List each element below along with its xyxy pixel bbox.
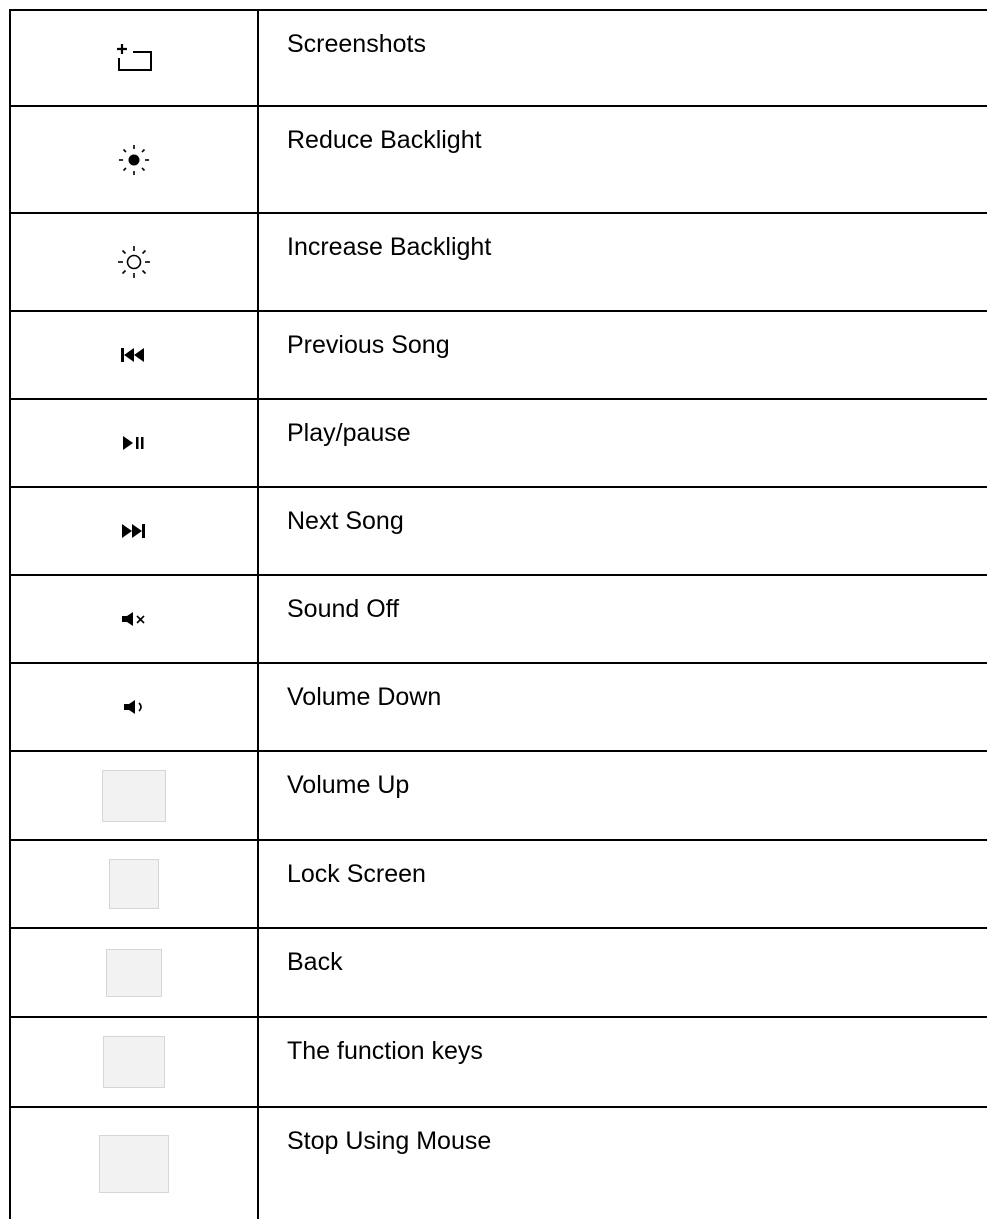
function-key-table: Screenshots Reduce Backlight Increase Ba…: [9, 9, 987, 1219]
table-row: Stop Using Mouse: [11, 1108, 987, 1219]
row-label: Next Song: [287, 507, 404, 535]
increase-backlight-icon: [116, 244, 152, 280]
row-label: Back: [287, 948, 343, 976]
icon-cell: [11, 107, 259, 212]
row-label: Stop Using Mouse: [287, 1127, 492, 1155]
volume-down-icon: [122, 699, 146, 715]
row-label: Sound Off: [287, 595, 400, 623]
icon-cell: [11, 11, 259, 105]
screenshot-icon: [111, 40, 157, 76]
sound-off-icon: [120, 611, 148, 627]
table-row: The function keys: [11, 1018, 987, 1108]
table-row: Play/pause: [11, 400, 987, 488]
table-row: Volume Up: [11, 752, 987, 841]
icon-cell: [11, 664, 259, 750]
row-label: The function keys: [287, 1037, 483, 1065]
icon-cell: [11, 841, 259, 927]
icon-cell: [11, 1108, 259, 1219]
row-label: Play/pause: [287, 419, 411, 447]
table-row: Previous Song: [11, 312, 987, 400]
table-row: Volume Down: [11, 664, 987, 752]
table-row: Increase Backlight: [11, 214, 987, 312]
icon-cell: [11, 576, 259, 662]
icon-cell: [11, 400, 259, 486]
previous-song-icon: [120, 347, 148, 363]
row-label: Volume Up: [287, 771, 410, 799]
row-label: Screenshots: [287, 30, 426, 58]
blank-key-icon: [106, 948, 162, 997]
icon-cell: [11, 1018, 259, 1106]
blank-key-icon: [99, 1134, 169, 1193]
icon-cell: [11, 488, 259, 574]
row-label: Reduce Backlight: [287, 126, 482, 154]
table-row: Lock Screen: [11, 841, 987, 929]
reduce-backlight-icon: [117, 143, 151, 177]
table-row: Back: [11, 929, 987, 1018]
table-row: Screenshots: [11, 11, 987, 107]
row-label: Lock Screen: [287, 860, 426, 888]
blank-key-icon: [103, 1036, 165, 1088]
next-song-icon: [120, 523, 148, 539]
blank-key-icon: [109, 859, 159, 909]
table-row: Reduce Backlight: [11, 107, 987, 214]
row-label: Volume Down: [287, 683, 442, 711]
icon-cell: [11, 929, 259, 1016]
table-row: Next Song: [11, 488, 987, 576]
blank-key-icon: [102, 769, 166, 822]
icon-cell: [11, 214, 259, 310]
icon-cell: [11, 312, 259, 398]
row-label: Previous Song: [287, 331, 450, 359]
row-label: Increase Backlight: [287, 233, 492, 261]
icon-cell: [11, 752, 259, 839]
play-pause-icon: [121, 435, 147, 451]
table-row: Sound Off: [11, 576, 987, 664]
